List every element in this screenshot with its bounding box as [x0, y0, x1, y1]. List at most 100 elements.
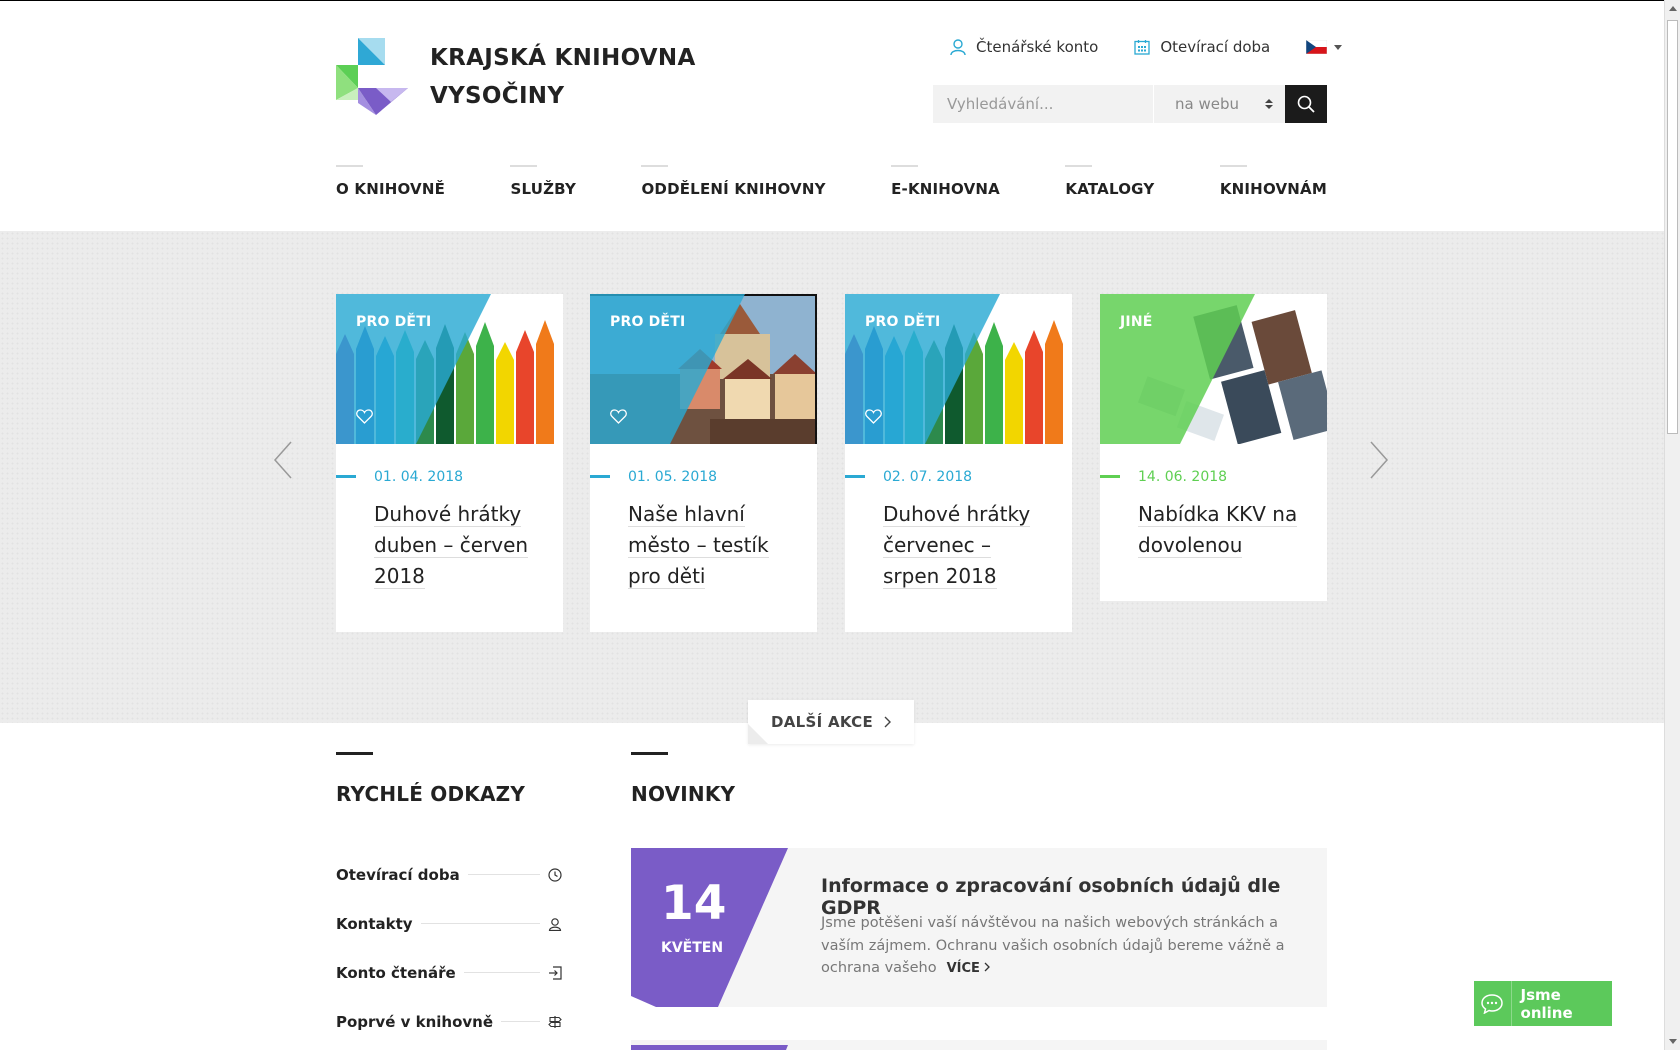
divider-line — [501, 1021, 540, 1022]
event-card[interactable]: PRO DĚTI 01. 04. 2018 Duhové hrátky dube… — [336, 294, 563, 632]
news-date-badge — [631, 1045, 788, 1050]
event-card[interactable]: PRO DĚTI 01. 05. 2018 Naše hlavní město … — [590, 294, 817, 632]
quick-link-label: Otevírací doba — [336, 865, 460, 884]
user-icon — [950, 38, 966, 55]
events-carousel: PRO DĚTI 01. 04. 2018 Duhové hrátky dube… — [0, 231, 1664, 723]
scroll-up-arrow-icon[interactable] — [1669, 6, 1677, 11]
carousel-next-arrow-icon[interactable] — [1369, 441, 1389, 479]
carousel-prev-arrow-icon[interactable] — [273, 441, 293, 479]
chevron-down-icon — [1334, 44, 1343, 50]
event-image: JINÉ — [1100, 294, 1327, 444]
search-input[interactable] — [933, 85, 1153, 123]
date-accent-line — [336, 475, 356, 478]
nav-item-sluzby[interactable]: SLUŽBY — [510, 165, 576, 198]
news-day: 14 — [661, 876, 727, 931]
news-item[interactable]: 14 KVĚTEN Informace o zpracování osobníc… — [631, 848, 1327, 1007]
opening-hours-label: Otevírací doba — [1160, 38, 1271, 56]
login-icon — [549, 965, 562, 980]
news-more-label: VÍCE — [946, 961, 980, 976]
main-nav: O KNIHOVNĚ SLUŽBY ODDĚLENÍ KNIHOVNY E-KN… — [336, 165, 1327, 198]
quick-link-reader-account[interactable]: Konto čtenáře — [336, 948, 562, 997]
date-accent-line — [1100, 475, 1120, 478]
news-excerpt: Jsme potěšeni vaší návštěvou na našich w… — [821, 912, 1321, 981]
quick-link-opening-hours[interactable]: Otevírací doba — [336, 850, 562, 899]
news-item[interactable] — [631, 1040, 1327, 1050]
quick-link-label: Poprvé v knihovně — [336, 1012, 494, 1031]
nav-item-oddeleni[interactable]: ODDĚLENÍ KNIHOVNY — [641, 165, 825, 198]
event-date: 01. 05. 2018 — [590, 444, 817, 485]
event-date: 14. 06. 2018 — [1100, 444, 1327, 485]
quick-link-contacts[interactable]: Kontakty — [336, 899, 562, 948]
event-title-text: Naše hlavní město – testík pro děti — [628, 502, 769, 589]
library-name-line2: VYSOČINY — [430, 83, 565, 109]
event-title[interactable]: Nabídka KKV na dovolenou — [1100, 485, 1327, 601]
contact-icon — [548, 917, 562, 931]
event-title-text: Duhové hrátky duben – červen 2018 — [374, 502, 529, 589]
event-date: 01. 04. 2018 — [336, 444, 563, 485]
quick-links-list: Otevírací doba Kontakty Konto čtenáře Po… — [336, 850, 562, 1046]
czech-flag-icon — [1306, 40, 1328, 54]
quick-link-first-visit[interactable]: Poprvé v knihovně — [336, 997, 562, 1046]
top-utility-nav: Čtenářské konto Otevírací doba — [950, 35, 1343, 59]
opening-hours-link[interactable]: Otevírací doba — [1134, 38, 1270, 56]
search-scope-select[interactable]: na webu — [1153, 85, 1285, 123]
signpost-icon — [548, 1015, 562, 1028]
heart-icon[interactable] — [865, 409, 882, 424]
library-name[interactable]: KRAJSKÁ KNIHOVNA VYSOČINY — [430, 39, 696, 115]
event-image: PRO DĚTI — [590, 294, 817, 444]
heart-icon[interactable] — [610, 409, 627, 424]
clock-icon — [548, 867, 562, 882]
quick-link-label: Kontakty — [336, 914, 413, 933]
select-arrows-icon — [1265, 99, 1273, 109]
button-corner-decoration — [748, 724, 768, 744]
library-logo[interactable] — [336, 38, 408, 115]
event-title[interactable]: Naše hlavní město – testík pro děti — [590, 485, 817, 632]
nav-item-e-knihovna[interactable]: E-KNIHOVNA — [891, 165, 1000, 198]
chat-icon — [1474, 981, 1512, 1026]
divider-line — [420, 923, 540, 924]
search-icon — [1297, 95, 1315, 113]
nav-item-o-knihovne[interactable]: O KNIHOVNĚ — [336, 165, 445, 198]
event-category: PRO DĚTI — [865, 314, 941, 330]
quick-link-label: Konto čtenáře — [336, 963, 456, 982]
site-header: KRAJSKÁ KNIHOVNA VYSOČINY Čtenářské kont… — [0, 1, 1664, 231]
event-image: PRO DĚTI — [845, 294, 1072, 444]
event-image: PRO DĚTI — [336, 294, 563, 444]
scrollbar-thumb[interactable] — [1667, 20, 1678, 434]
event-title[interactable]: Duhové hrátky červenec – srpen 2018 — [845, 485, 1072, 632]
chevron-right-icon — [884, 716, 892, 728]
event-title-text: Duhové hrátky červenec – srpen 2018 — [883, 502, 1031, 589]
divider-line — [467, 874, 540, 875]
event-category: JINÉ — [1120, 314, 1153, 330]
date-accent-line — [845, 475, 865, 478]
news-month: KVĚTEN — [661, 940, 724, 956]
reader-account-link[interactable]: Čtenářské konto — [950, 38, 1098, 56]
event-card[interactable]: PRO DĚTI 02. 07. 2018 Duhové hrátky červ… — [845, 294, 1072, 632]
news-more-link[interactable]: VÍCE — [947, 961, 991, 976]
date-accent-line — [590, 475, 610, 478]
event-category: PRO DĚTI — [610, 314, 686, 330]
event-card[interactable]: JINÉ 14. 06. 2018 Nabídka KKV na dovolen… — [1100, 294, 1327, 601]
page-scrollbar[interactable] — [1664, 0, 1680, 1050]
nav-item-knihovnam[interactable]: KNIHOVNÁM — [1219, 165, 1327, 198]
language-switcher[interactable] — [1306, 40, 1343, 54]
quick-links-heading: RYCHLÉ ODKAZY — [336, 752, 526, 806]
event-title-text: Nabídka KKV na dovolenou — [1138, 502, 1298, 558]
event-date: 02. 07. 2018 — [845, 444, 1072, 485]
scroll-down-arrow-icon[interactable] — [1669, 1039, 1677, 1044]
event-category: PRO DĚTI — [356, 314, 432, 330]
news-excerpt-text: Jsme potěšeni vaší návštěvou na našich w… — [821, 915, 1285, 976]
chevron-right-icon — [984, 962, 991, 972]
more-events-button[interactable]: DALŠÍ AKCE — [748, 700, 914, 744]
library-name-line1: KRAJSKÁ KNIHOVNA — [430, 45, 696, 71]
news-heading: NOVINKY — [631, 752, 736, 806]
heart-icon[interactable] — [356, 409, 373, 424]
search-scope-value: na webu — [1175, 95, 1239, 113]
divider-line — [463, 972, 540, 973]
chat-widget-button[interactable]: Jsme online — [1474, 981, 1612, 1026]
search-button[interactable] — [1285, 85, 1327, 123]
reader-account-label: Čtenářské konto — [976, 38, 1099, 56]
chat-label: Jsme online — [1520, 985, 1573, 1022]
event-title[interactable]: Duhové hrátky duben – červen 2018 — [336, 485, 563, 632]
nav-item-katalogy[interactable]: KATALOGY — [1065, 165, 1154, 198]
